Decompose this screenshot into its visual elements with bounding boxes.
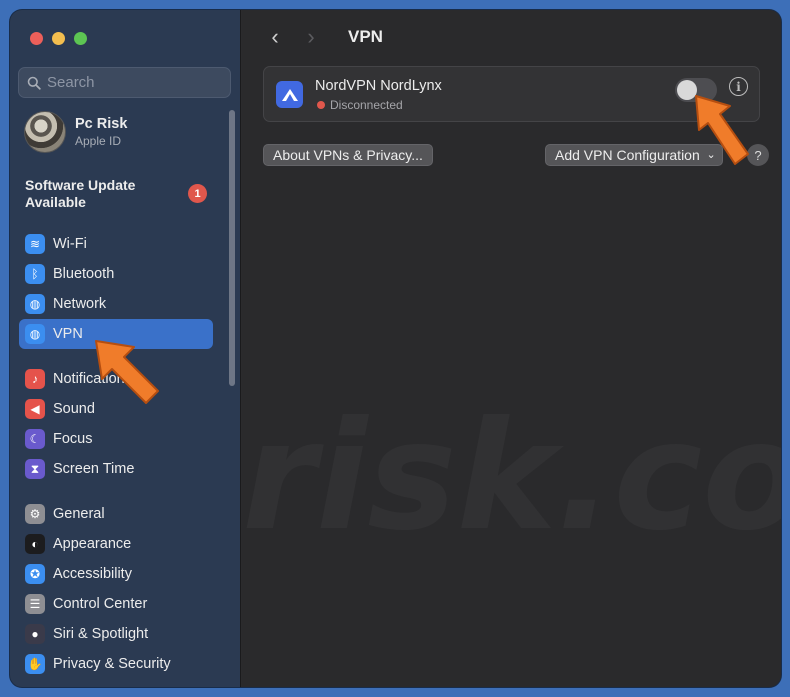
close-window-button[interactable] bbox=[30, 32, 43, 45]
vpn-name: NordVPN NordLynx bbox=[315, 78, 442, 94]
hand-icon: ✋ bbox=[25, 654, 45, 674]
back-button[interactable]: ‹ bbox=[264, 26, 286, 48]
sidebar-item-label: VPN bbox=[53, 326, 83, 342]
toggle-knob bbox=[677, 80, 697, 100]
sidebar-item-sound[interactable]: ◀ Sound bbox=[19, 394, 213, 424]
avatar bbox=[24, 111, 66, 153]
sidebar-item-vpn[interactable]: ◍ VPN bbox=[19, 319, 213, 349]
sidebar-item-label: Bluetooth bbox=[53, 266, 115, 282]
search-icon bbox=[27, 76, 41, 90]
vpn-status: Disconnected bbox=[317, 98, 403, 112]
profile-subtitle: Apple ID bbox=[75, 134, 122, 148]
sidebar-item-label: General bbox=[53, 506, 105, 522]
gear-icon: ⚙ bbox=[25, 504, 45, 524]
speaker-icon: ◀ bbox=[25, 399, 45, 419]
sidebar-item-label: Control Center bbox=[53, 596, 148, 612]
sidebar-group-general: ⚙ General ◐ Appearance ✪ Accessibility ☰ Contro… bbox=[19, 499, 213, 679]
toolbar: ‹ › VPN bbox=[264, 26, 383, 48]
zoom-window-button[interactable] bbox=[74, 32, 87, 45]
watermark: risk.com bbox=[242, 390, 781, 564]
vpn-pane: risk.com ‹ › VPN NordVPN NordLynx Discon… bbox=[242, 10, 781, 687]
chevron-down-icon: ⌄ bbox=[706, 149, 716, 161]
control-center-icon: ☰ bbox=[25, 594, 45, 614]
search-field[interactable] bbox=[18, 67, 231, 98]
bell-icon: ♪ bbox=[25, 369, 45, 389]
sidebar-group-notifications: ♪ Notifications ◀ Sound ☾ Focus ⧗ Screen Time bbox=[19, 364, 213, 484]
sidebar-item-wi-fi[interactable]: ≋ Wi-Fi bbox=[19, 229, 213, 259]
apple-id-profile[interactable]: Pc Risk Apple ID bbox=[24, 111, 127, 153]
forward-button[interactable]: › bbox=[300, 26, 322, 48]
moon-icon: ☾ bbox=[25, 429, 45, 449]
search-input[interactable] bbox=[47, 74, 217, 91]
sidebar-item-appearance[interactable]: ◐ Appearance bbox=[19, 529, 213, 559]
page-title: VPN bbox=[348, 27, 383, 46]
vpn-connection-row: NordVPN NordLynx Disconnected i bbox=[263, 66, 760, 122]
appearance-icon: ◐ bbox=[25, 534, 45, 554]
profile-name: Pc Risk bbox=[75, 116, 128, 132]
help-button[interactable]: ? bbox=[747, 144, 769, 166]
accessibility-icon: ✪ bbox=[25, 564, 45, 584]
software-update-item[interactable]: Software Update Available bbox=[25, 177, 175, 211]
update-badge: 1 bbox=[188, 184, 207, 203]
hourglass-icon: ⧗ bbox=[25, 459, 45, 479]
vpn-status-text: Disconnected bbox=[330, 98, 403, 112]
about-vpns-button[interactable]: About VPNs & Privacy... bbox=[263, 144, 433, 166]
globe-icon: ◍ bbox=[25, 294, 45, 314]
bluetooth-icon: ᛒ bbox=[25, 264, 45, 284]
sidebar-item-general[interactable]: ⚙ General bbox=[19, 499, 213, 529]
sidebar-item-siri-spotlight[interactable]: ● Siri & Spotlight bbox=[19, 619, 213, 649]
sidebar-group-network: ≋ Wi-Fi ᛒ Bluetooth ◍ Network ◍ VPN bbox=[19, 229, 213, 349]
add-vpn-label: Add VPN Configuration bbox=[555, 147, 700, 163]
sidebar-item-accessibility[interactable]: ✪ Accessibility bbox=[19, 559, 213, 589]
add-vpn-configuration-button[interactable]: Add VPN Configuration ⌄ bbox=[545, 144, 723, 166]
sidebar-item-label: Accessibility bbox=[53, 566, 132, 582]
sidebar-item-label: Notifications bbox=[53, 371, 132, 387]
sidebar-item-network[interactable]: ◍ Network bbox=[19, 289, 213, 319]
status-dot-icon bbox=[317, 101, 325, 109]
sidebar-item-label: Screen Time bbox=[53, 461, 135, 477]
vpn-toggle[interactable] bbox=[675, 78, 717, 102]
sidebar-item-notifications[interactable]: ♪ Notifications bbox=[19, 364, 213, 394]
nordvpn-logo-icon bbox=[276, 81, 303, 108]
sidebar-item-label: Focus bbox=[53, 431, 93, 447]
sidebar-item-label: Privacy & Security bbox=[53, 656, 171, 672]
vpn-globe-icon: ◍ bbox=[25, 324, 45, 344]
settings-window: Pc Risk Apple ID Software Update Availab… bbox=[10, 10, 781, 687]
sidebar-item-privacy-security[interactable]: ✋ Privacy & Security bbox=[19, 649, 213, 679]
sidebar-scrollbar[interactable] bbox=[229, 110, 235, 386]
sidebar-item-label: Siri & Spotlight bbox=[53, 626, 149, 642]
sidebar-item-label: Wi-Fi bbox=[53, 236, 87, 252]
sidebar-item-control-center[interactable]: ☰ Control Center bbox=[19, 589, 213, 619]
sidebar-item-focus[interactable]: ☾ Focus bbox=[19, 424, 213, 454]
sidebar-item-label: Network bbox=[53, 296, 107, 312]
siri-icon: ● bbox=[25, 624, 45, 644]
sidebar-item-label: Sound bbox=[53, 401, 95, 417]
window-controls bbox=[30, 32, 87, 45]
minimize-window-button[interactable] bbox=[52, 32, 65, 45]
info-icon[interactable]: i bbox=[729, 77, 748, 96]
wifi-icon: ≋ bbox=[25, 234, 45, 254]
sidebar: Pc Risk Apple ID Software Update Availab… bbox=[10, 10, 241, 687]
sidebar-item-screen-time[interactable]: ⧗ Screen Time bbox=[19, 454, 213, 484]
sidebar-item-bluetooth[interactable]: ᛒ Bluetooth bbox=[19, 259, 213, 289]
sidebar-item-label: Appearance bbox=[53, 536, 132, 552]
